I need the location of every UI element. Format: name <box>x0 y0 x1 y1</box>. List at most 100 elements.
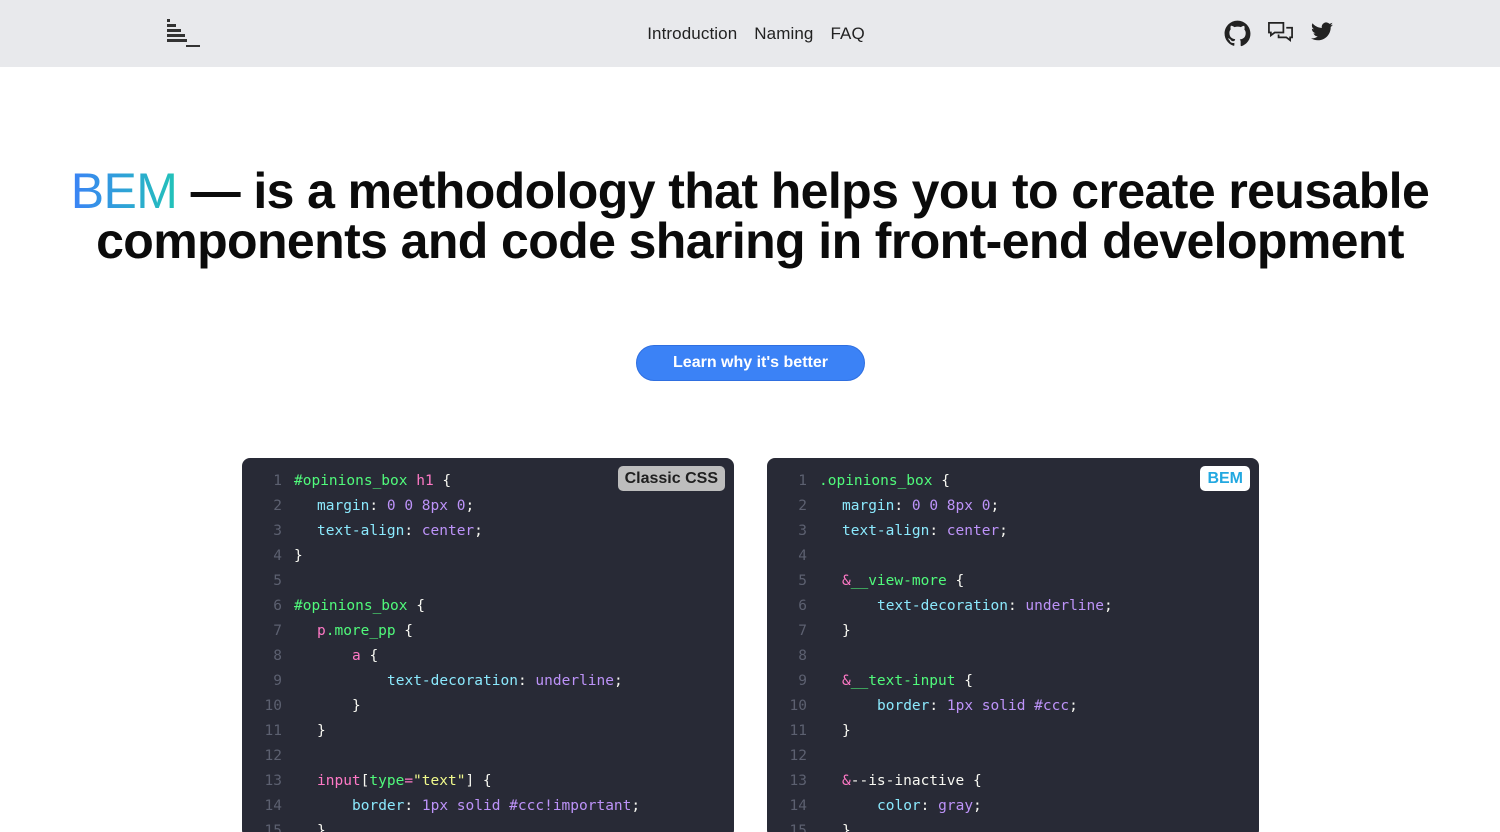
code-token: ; <box>990 498 1000 514</box>
code-token: & <box>842 773 851 789</box>
hero-tagline: — is a methodology that helps you to cre… <box>96 163 1430 269</box>
line-number: 7 <box>273 623 282 639</box>
code-line: 2 margin: 0 0 8px 0; <box>242 494 640 519</box>
code-token: : <box>894 498 912 514</box>
line-number: 10 <box>789 698 807 714</box>
code-token: a <box>352 648 361 664</box>
code-token: underline <box>535 673 614 689</box>
code-token: : <box>920 798 939 814</box>
code-token: margin <box>317 498 370 514</box>
code-line: 10} <box>242 694 640 719</box>
line-number: 6 <box>273 598 282 614</box>
code-token: solid <box>973 698 1035 714</box>
line-number: 4 <box>798 548 807 564</box>
code-line: 10 border: 1px solid #ccc; <box>767 694 1113 719</box>
code-token: type <box>369 773 405 789</box>
code-line: 14 border: 1px solid #ccc!important; <box>242 794 641 819</box>
code-token: ; <box>631 798 641 814</box>
code-line: 13 &--is-inactive { <box>767 769 1113 794</box>
code-line: 12 <box>767 744 1113 769</box>
line-number: 12 <box>264 748 282 764</box>
line-number: 13 <box>789 773 807 789</box>
chat-icon[interactable] <box>1267 20 1294 47</box>
code-token: ; <box>999 523 1008 539</box>
bem-code: 1 .opinions_box { 2 margin: 0 0 8px 0; 3 te… <box>767 469 1113 832</box>
code-line: 9 text-decoration: underline; <box>242 669 640 694</box>
code-token: #ccc <box>1034 698 1070 714</box>
code-token: : <box>517 673 536 689</box>
line-number: 2 <box>273 498 282 514</box>
github-icon[interactable] <box>1224 20 1251 47</box>
line-number: 4 <box>273 548 282 564</box>
code-token: gray <box>938 798 974 814</box>
nav-faq[interactable]: FAQ <box>830 24 864 44</box>
code-token: p <box>317 623 326 639</box>
classic-css-code-panel: Classic CSS 1 #opinions_box h1 { 2 margin:… <box>242 458 734 832</box>
line-number: 12 <box>789 748 807 764</box>
code-line: 1 .opinions_box { <box>767 469 1113 494</box>
nav-naming[interactable]: Naming <box>754 24 813 44</box>
code-token: { <box>932 473 950 489</box>
code-token: ] { <box>465 773 492 789</box>
code-token: #opinions_box <box>294 473 408 489</box>
nav-introduction[interactable]: Introduction <box>647 24 737 44</box>
top-navigation-bar: Introduction Naming FAQ <box>0 0 1500 67</box>
code-token: #opinions_box <box>294 598 408 614</box>
code-token: text-decoration <box>877 598 1008 614</box>
code-line: 4} <box>242 544 640 569</box>
code-line: 3 text-align: center; <box>242 519 640 544</box>
code-line: 3 text-align: center; <box>767 519 1113 544</box>
code-token: 0 0 8px 0 <box>911 498 991 514</box>
code-token: 1px <box>946 698 974 714</box>
code-token: ; <box>1069 698 1078 714</box>
code-line: 14 color: gray; <box>767 794 1113 819</box>
line-number: 3 <box>798 523 807 539</box>
code-line: 15} <box>767 819 1113 832</box>
code-token: ; <box>1104 598 1113 614</box>
line-number: 6 <box>798 598 807 614</box>
line-number: 1 <box>273 473 282 489</box>
code-line: 8 a { <box>242 644 640 669</box>
code-token: { <box>964 773 982 789</box>
code-token: "text" <box>413 773 466 789</box>
code-token: : <box>369 498 387 514</box>
code-line: 13 input[type="text"] { <box>242 769 640 794</box>
code-line: 7 p.more_pp { <box>242 619 640 644</box>
hero-title: BEM — is a methodology that helps you to… <box>0 166 1500 266</box>
code-token: #ccc!important <box>509 798 632 814</box>
line-number: 5 <box>798 573 807 589</box>
code-token: { <box>433 473 452 489</box>
code-token: ; <box>614 673 623 689</box>
code-token: ; <box>973 798 982 814</box>
line-number: 9 <box>798 673 807 689</box>
code-token: } <box>842 623 851 639</box>
line-number: 7 <box>798 623 807 639</box>
code-token: center <box>946 523 1000 539</box>
code-token: { <box>395 623 414 639</box>
hero-section: BEM — is a methodology that helps you to… <box>0 166 1500 266</box>
twitter-icon[interactable] <box>1310 20 1337 47</box>
code-line: 12 <box>242 744 640 769</box>
code-token: .more_pp <box>325 623 396 639</box>
line-number: 1 <box>798 473 807 489</box>
line-number: 14 <box>789 798 807 814</box>
code-line: 6 #opinions_box { <box>242 594 640 619</box>
code-line: 11} <box>242 719 640 744</box>
code-token: text-decoration <box>387 673 518 689</box>
code-token: : <box>404 798 422 814</box>
social-icons <box>1224 20 1337 47</box>
code-token: ; <box>474 523 483 539</box>
line-number: 9 <box>273 673 282 689</box>
code-line: 5 <box>242 569 640 594</box>
code-token: input <box>317 773 361 789</box>
code-token: { <box>407 598 425 614</box>
code-token: : <box>929 698 947 714</box>
code-token: text-align <box>842 523 930 539</box>
line-number: 5 <box>273 573 282 589</box>
code-token: .opinions_box <box>819 473 933 489</box>
learn-why-button[interactable]: Learn why it's better <box>636 345 865 381</box>
code-token: h1 <box>407 473 434 489</box>
code-line: 8 <box>767 644 1113 669</box>
code-token: 0 0 8px 0 <box>386 498 466 514</box>
line-number: 3 <box>273 523 282 539</box>
